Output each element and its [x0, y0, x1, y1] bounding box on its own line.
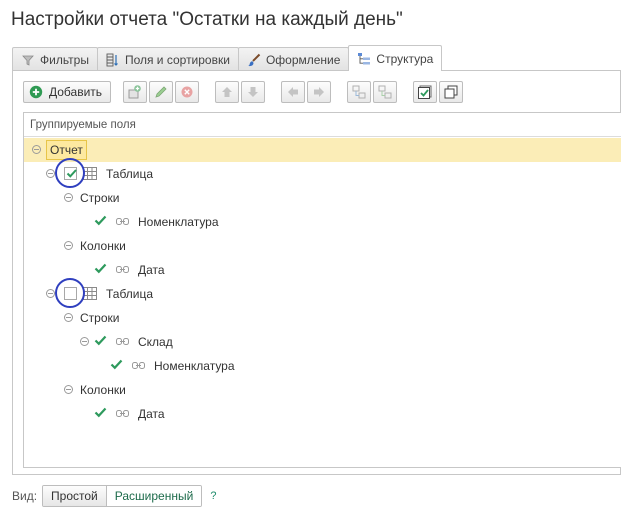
ungroup-button[interactable]	[373, 81, 398, 103]
edit-icon	[155, 86, 167, 98]
tab-structure-label: Структура	[376, 51, 434, 66]
link-icon	[116, 338, 129, 345]
brush-icon	[247, 53, 261, 66]
check-all-icon	[418, 85, 432, 99]
ungroup-icon	[378, 85, 392, 99]
check-all-button[interactable]	[413, 81, 438, 103]
copy-icon	[444, 85, 458, 99]
tab-structure[interactable]: Структура	[348, 45, 443, 71]
view-switcher: Вид: Простой Расширенный ?	[12, 485, 216, 507]
tree-row-table[interactable]: Таблица	[24, 162, 621, 186]
tab-filters[interactable]: Фильтры	[12, 47, 98, 71]
structure-toolbar: Добавить	[23, 80, 464, 104]
link-icon	[116, 218, 129, 225]
highlight-circle	[55, 278, 85, 308]
delete-button[interactable]	[175, 81, 200, 103]
group-icon	[352, 85, 366, 99]
field-checkbox[interactable]	[94, 263, 107, 276]
collapse-toggle[interactable]	[64, 241, 73, 250]
collapse-toggle[interactable]	[46, 289, 55, 298]
tree-item-label: Таблица	[106, 167, 154, 181]
extended-view-button[interactable]: Расширенный	[106, 486, 202, 506]
link-icon	[116, 266, 129, 273]
field-checkbox[interactable]	[94, 215, 107, 228]
tree-row-field[interactable]: Склад	[24, 330, 621, 354]
tree-item-label: Номенклатура	[138, 215, 219, 229]
tree-row-rows[interactable]: Строки	[24, 306, 621, 330]
collapse-toggle[interactable]	[64, 193, 73, 202]
table-icon	[83, 287, 97, 300]
group-button[interactable]	[347, 81, 372, 103]
tree-row-table[interactable]: Таблица	[24, 282, 621, 306]
tree-row-columns[interactable]: Колонки	[24, 378, 621, 402]
structure-panel: Добавить Группируемые поля Отчет Таблица…	[12, 70, 621, 475]
collapse-toggle[interactable]	[64, 385, 73, 394]
move-left-icon	[288, 87, 299, 97]
tree-item-label: Дата	[138, 263, 165, 277]
tree-row-field[interactable]: Дата	[24, 258, 621, 282]
tree-item-label: Дата	[138, 407, 165, 421]
tab-filters-label: Фильтры	[40, 52, 89, 67]
move-left-button[interactable]	[281, 81, 306, 103]
tab-appearance-label: Оформление	[265, 52, 341, 67]
tree-row-rows[interactable]: Строки	[24, 186, 621, 210]
tree-row-columns[interactable]: Колонки	[24, 234, 621, 258]
view-mode-toggle: Простой Расширенный	[42, 485, 203, 507]
tree-row-field[interactable]: Номенклатура	[24, 210, 621, 234]
tree-row-report[interactable]: Отчет	[24, 138, 621, 162]
filter-icon	[22, 55, 34, 66]
table-icon	[83, 167, 97, 180]
copy-button[interactable]	[439, 81, 464, 103]
add-button[interactable]: Добавить	[23, 81, 112, 103]
move-right-button[interactable]	[307, 81, 332, 103]
tree-row-field[interactable]: Дата	[24, 402, 621, 426]
move-down-icon	[248, 87, 259, 97]
field-checkbox[interactable]	[110, 359, 123, 372]
settings-tabs: Фильтры Поля и сортировки Оформление Стр…	[12, 45, 443, 71]
delete-icon	[181, 86, 193, 98]
edit-button[interactable]	[149, 81, 174, 103]
tree-item-label: Колонки	[80, 239, 126, 253]
tree-item-label: Номенклатура	[154, 359, 235, 373]
collapse-toggle[interactable]	[80, 337, 89, 346]
simple-view-button[interactable]: Простой	[43, 486, 107, 506]
tree-item-label: Склад	[138, 335, 173, 349]
tree-item-label: Колонки	[80, 383, 126, 397]
link-icon	[132, 362, 145, 369]
move-down-button[interactable]	[241, 81, 266, 103]
field-checkbox[interactable]	[94, 407, 107, 420]
field-checkbox[interactable]	[94, 335, 107, 348]
tree-column-header: Группируемые поля	[24, 113, 621, 137]
move-right-icon	[314, 87, 325, 97]
page-title: Настройки отчета "Остатки на каждый день…	[11, 9, 403, 30]
tree-item-label: Таблица	[106, 287, 154, 301]
tab-fields-sorting[interactable]: Поля и сортировки	[96, 47, 239, 71]
collapse-toggle[interactable]	[32, 145, 41, 154]
help-link[interactable]: ?	[210, 490, 216, 502]
structure-icon	[358, 52, 371, 64]
tab-appearance[interactable]: Оформление	[237, 47, 350, 71]
link-icon	[116, 410, 129, 417]
add-group-button[interactable]	[123, 81, 148, 103]
add-icon	[29, 85, 43, 99]
fields-icon	[106, 53, 118, 66]
tab-fields-sorting-label: Поля и сортировки	[124, 52, 230, 67]
structure-tree: Группируемые поля Отчет Таблица Строки Н…	[23, 112, 621, 468]
add-button-label: Добавить	[49, 85, 103, 99]
highlight-circle	[55, 158, 85, 188]
collapse-toggle[interactable]	[46, 169, 55, 178]
move-up-button[interactable]	[215, 81, 240, 103]
add-group-icon	[128, 85, 141, 99]
move-up-icon	[222, 87, 233, 97]
collapse-toggle[interactable]	[64, 313, 73, 322]
tree-row-field[interactable]: Номенклатура	[24, 354, 621, 378]
tree-item-label: Строки	[80, 191, 120, 205]
tree-item-label: Строки	[80, 311, 120, 325]
tree-item-label: Отчет	[46, 140, 87, 160]
view-label: Вид:	[12, 489, 38, 503]
